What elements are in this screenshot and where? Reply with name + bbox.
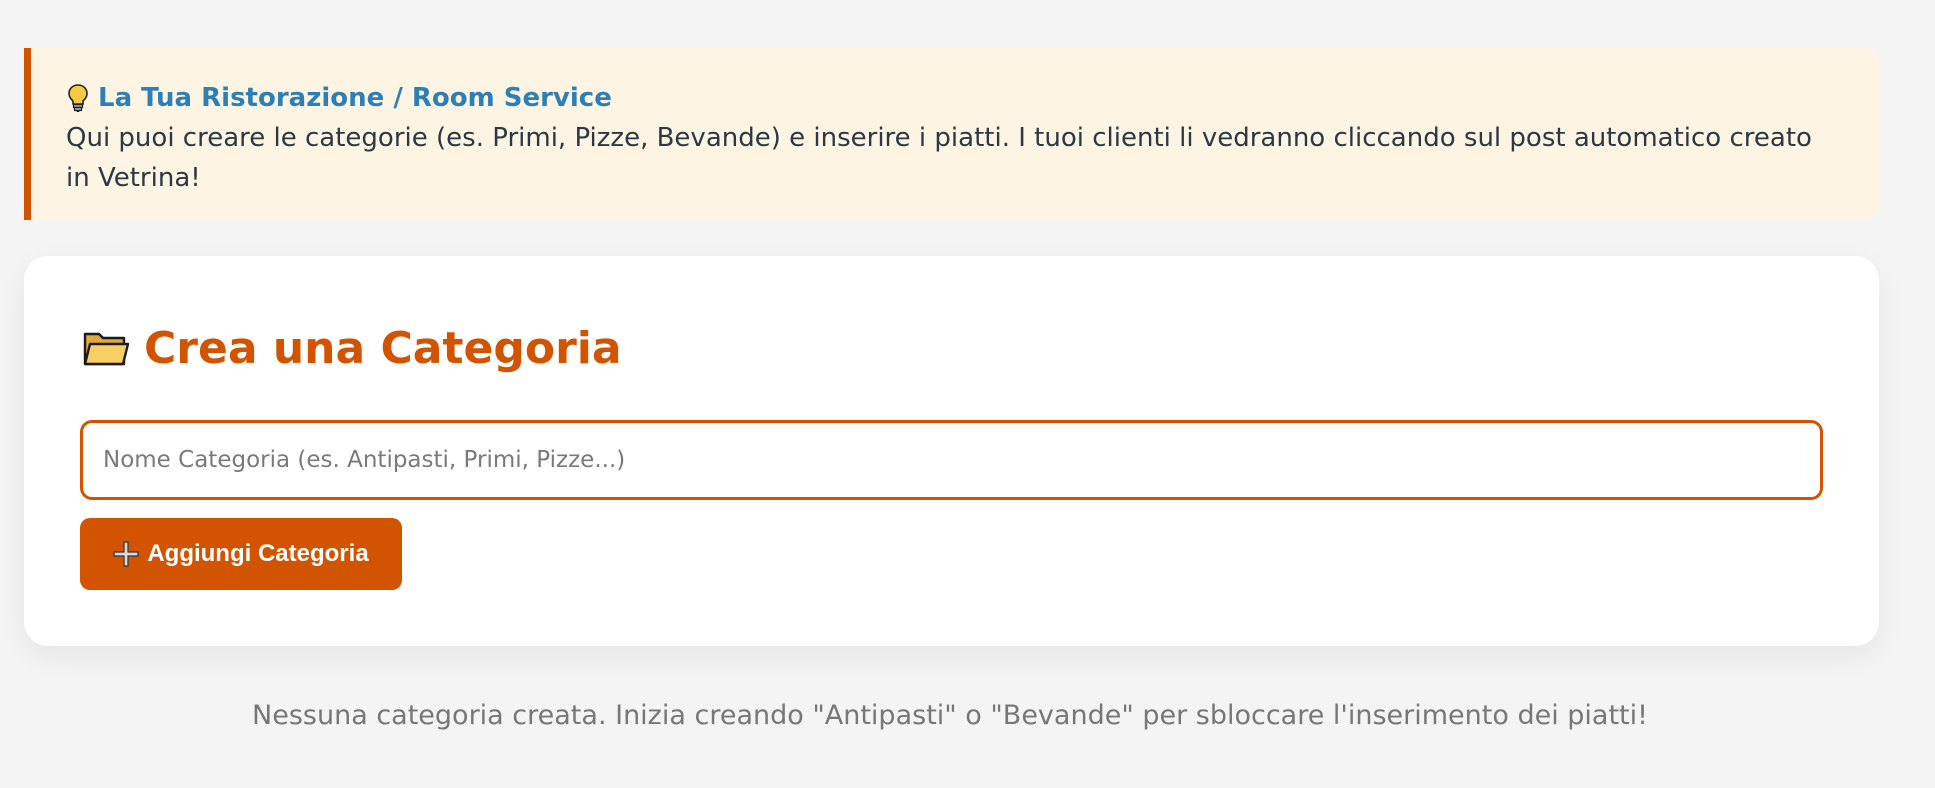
card-title: Crea una Categoria <box>144 322 622 374</box>
info-description: Qui puoi creare le categorie (es. Primi,… <box>66 123 1812 193</box>
info-banner: La Tua Ristorazione / Room Service Qui p… <box>24 48 1879 220</box>
lightbulb-icon <box>68 84 88 112</box>
add-category-label: Aggiungi Categoria <box>147 540 369 567</box>
add-category-button[interactable]: Aggiungi Categoria <box>80 518 402 590</box>
empty-state-message: Nessuna categoria creata. Inizia creando… <box>252 700 1648 731</box>
info-title-row: La Tua Ristorazione / Room Service <box>66 78 1839 118</box>
info-title: La Tua Ristorazione / Room Service <box>98 83 612 113</box>
folder-icon <box>83 332 130 366</box>
card-title-row: Crea una Categoria <box>82 316 622 380</box>
plus-icon <box>113 541 139 567</box>
create-category-card: Crea una Categoria Aggiungi Categoria <box>24 256 1879 646</box>
category-name-input[interactable] <box>80 420 1823 500</box>
